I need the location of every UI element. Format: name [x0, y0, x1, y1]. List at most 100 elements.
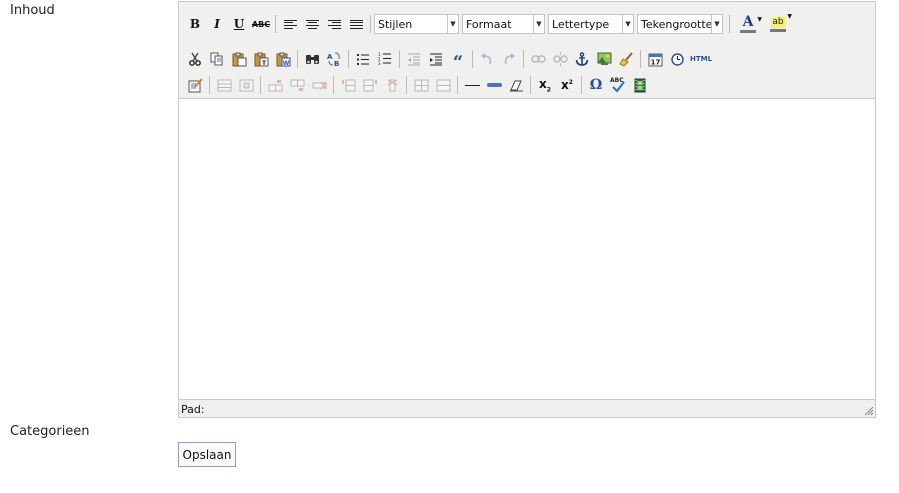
toolbar-separator: [457, 76, 458, 94]
scissors-icon: [189, 52, 201, 66]
unlink-button[interactable]: [549, 48, 571, 70]
toolbar-separator: [297, 50, 298, 68]
insert-date-button[interactable]: 17: [644, 48, 666, 70]
svg-text:3: 3: [378, 61, 381, 66]
outdent-button[interactable]: [403, 48, 425, 70]
format-select[interactable]: Formaat ▼: [462, 14, 545, 34]
superscript-button[interactable]: x2: [556, 74, 578, 96]
link-icon: [530, 55, 546, 63]
advanced-hr-button[interactable]: [483, 74, 505, 96]
categories-label: Categorieen: [10, 424, 90, 439]
svg-text:17: 17: [650, 58, 660, 66]
svg-text:A: A: [327, 53, 333, 61]
paste-word-icon: W: [276, 52, 290, 67]
undo-button[interactable]: [476, 48, 498, 70]
chevron-down-icon: ▼: [622, 15, 633, 33]
replace-button[interactable]: A B: [323, 48, 345, 70]
table-cell-icon: [239, 79, 253, 91]
bold-button[interactable]: B: [184, 13, 206, 35]
table-props-button[interactable]: [213, 74, 235, 96]
bullet-list-icon: [357, 53, 369, 65]
toolbar-separator: [581, 76, 582, 94]
align-justify-button[interactable]: [345, 13, 367, 35]
special-char-button[interactable]: Ω: [585, 74, 607, 96]
redo-button[interactable]: [498, 48, 520, 70]
styles-select[interactable]: Stijlen ▼: [374, 14, 459, 34]
horizontal-rule-button[interactable]: [461, 74, 483, 96]
toolbar-separator: [406, 76, 407, 94]
font-select[interactable]: Lettertype ▼: [548, 14, 634, 34]
svg-text:B: B: [334, 60, 339, 67]
bullet-list-button[interactable]: [352, 48, 374, 70]
toolbar-separator: [333, 76, 334, 94]
paste-button[interactable]: [228, 48, 250, 70]
merge-cells-icon: [436, 79, 450, 91]
delete-col-button[interactable]: [381, 74, 403, 96]
split-cells-button[interactable]: [410, 74, 432, 96]
image-button[interactable]: [593, 48, 615, 70]
editor-content-area[interactable]: [179, 98, 875, 400]
html-source-button[interactable]: HTML: [688, 48, 714, 70]
strikethrough-button[interactable]: ABC: [250, 13, 272, 35]
align-center-button[interactable]: [301, 13, 323, 35]
subscript-button[interactable]: x2: [534, 74, 556, 96]
insert-col-before-button[interactable]: [337, 74, 359, 96]
insert-row-before-button[interactable]: [264, 74, 286, 96]
save-button[interactable]: Opslaan: [178, 442, 236, 467]
media-button[interactable]: [629, 74, 651, 96]
text-color-button[interactable]: A ▼: [733, 13, 763, 35]
link-button[interactable]: [527, 48, 549, 70]
toolbar-separator: [260, 76, 261, 94]
toolbar-separator: [370, 15, 371, 33]
edit-css-button[interactable]: [184, 74, 206, 96]
outdent-icon: [408, 53, 420, 65]
insert-row-after-button[interactable]: [286, 74, 308, 96]
anchor-button[interactable]: [571, 48, 593, 70]
insert-col-after-button[interactable]: [359, 74, 381, 96]
align-left-button[interactable]: [279, 13, 301, 35]
paste-word-button[interactable]: W: [272, 48, 294, 70]
advanced-hr-icon: [486, 83, 502, 87]
find-button[interactable]: [301, 48, 323, 70]
undo-icon: [481, 53, 492, 65]
highlight-color-button[interactable]: ab ▼: [763, 13, 793, 35]
font-size-select[interactable]: Tekengrootte ▼: [637, 14, 723, 34]
italic-button[interactable]: I: [206, 13, 228, 35]
redo-icon: [504, 53, 515, 65]
underline-button[interactable]: U: [228, 13, 250, 35]
table-icon: [217, 79, 231, 91]
html-icon: HTML: [689, 55, 713, 63]
align-right-button[interactable]: [323, 13, 345, 35]
eraser-icon: [509, 80, 523, 91]
delete-row-button[interactable]: [308, 74, 330, 96]
insert-time-button[interactable]: [666, 48, 688, 70]
blockquote-button[interactable]: “: [447, 48, 469, 73]
cell-props-button[interactable]: [235, 74, 257, 96]
toolbar-row-1: B I U ABC Stijlen ▼ Formaat ▼ Lettertype…: [184, 13, 793, 35]
align-justify-icon: [349, 19, 363, 30]
omega-icon: Ω: [589, 77, 603, 93]
calendar-icon: 17: [648, 53, 662, 66]
spellcheck-button[interactable]: ABC: [607, 74, 629, 96]
align-left-icon: [283, 19, 297, 30]
col-before-icon: [341, 79, 355, 91]
spellcheck-icon: ABC: [610, 77, 626, 93]
copy-button[interactable]: [206, 48, 228, 70]
merge-cells-button[interactable]: [432, 74, 454, 96]
row-after-icon: [290, 79, 304, 91]
remove-format-button[interactable]: [505, 74, 527, 96]
cut-button[interactable]: [184, 48, 206, 70]
numbered-list-button[interactable]: 1 2 3: [374, 48, 396, 70]
resize-handle-icon[interactable]: [864, 406, 874, 416]
chevron-down-icon: ▼: [757, 16, 762, 23]
edit-style-icon: [188, 77, 203, 92]
quote-icon: “: [452, 51, 464, 73]
cleanup-button[interactable]: [615, 48, 637, 70]
paste-text-button[interactable]: T: [250, 48, 272, 70]
toolbar-separator: [729, 15, 730, 33]
rich-text-editor: B I U ABC Stijlen ▼ Formaat ▼ Lettertype…: [178, 1, 876, 418]
clipboard-icon: [232, 52, 246, 66]
editor-path-label: Pad:: [181, 403, 205, 416]
indent-button[interactable]: [425, 48, 447, 70]
content-label: Inhoud: [10, 3, 55, 18]
